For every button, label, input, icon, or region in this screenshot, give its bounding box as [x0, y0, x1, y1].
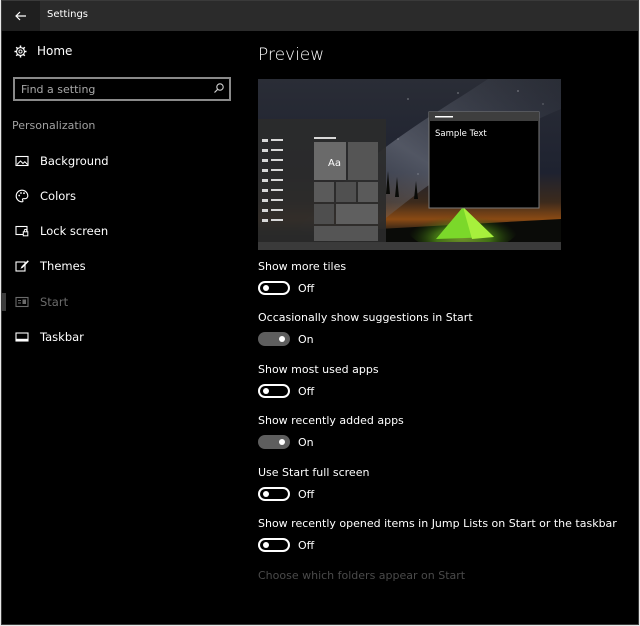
picture-icon	[15, 154, 29, 168]
start-icon	[15, 295, 29, 309]
section-heading: Personalization	[12, 119, 96, 132]
sidebar-item-background[interactable]: Background	[2, 148, 242, 174]
sidebar-item-label: Start	[40, 295, 69, 309]
sidebar-item-start[interactable]: Start	[2, 289, 242, 315]
sidebar-item-lock-screen[interactable]: Lock screen	[2, 218, 242, 244]
title-bar: Settings	[2, 1, 638, 31]
toggle-knob	[263, 388, 269, 394]
setting-label-most-used: Show most used apps	[258, 363, 379, 376]
sample-text: Sample Text	[435, 129, 487, 139]
sidebar-item-label: Colors	[40, 189, 77, 203]
taskbar-icon	[15, 330, 29, 344]
sidebar-item-label: Taskbar	[40, 330, 84, 344]
toggle-state-label: On	[298, 436, 314, 449]
search-box[interactable]	[13, 77, 231, 101]
toggle-knob	[279, 336, 285, 342]
lock-screen-icon	[15, 224, 29, 238]
tile-label: Aa	[328, 158, 341, 169]
toggle-knob	[263, 542, 269, 548]
sidebar-item-colors[interactable]: Colors	[2, 183, 242, 209]
toggle-jump-lists[interactable]	[258, 538, 290, 552]
sidebar-item-taskbar[interactable]: Taskbar	[2, 324, 242, 350]
toggle-more-tiles[interactable]	[258, 281, 290, 295]
sidebar-item-label: Themes	[40, 259, 86, 273]
sidebar-item-themes[interactable]: Themes	[2, 253, 242, 279]
brush-icon	[15, 259, 29, 273]
toggle-suggestions[interactable]	[258, 332, 290, 346]
toggle-full-screen[interactable]	[258, 487, 290, 501]
setting-label-suggestions: Occasionally show suggestions in Start	[258, 311, 473, 324]
toggle-state-label: On	[298, 333, 314, 346]
toggle-recently-added[interactable]	[258, 435, 290, 449]
selection-indicator	[2, 293, 6, 311]
search-input[interactable]	[21, 82, 206, 96]
home-label: Home	[37, 44, 73, 58]
toggle-knob	[279, 439, 285, 445]
toggle-state-label: Off	[298, 385, 315, 398]
home-nav-item[interactable]: Home	[14, 44, 72, 58]
toggle-knob	[263, 285, 269, 291]
sidebar-item-label: Lock screen	[40, 224, 109, 238]
toggle-most-used[interactable]	[258, 384, 290, 398]
page-title: Preview	[258, 45, 325, 65]
search-icon[interactable]	[213, 82, 225, 94]
palette-icon	[15, 189, 29, 203]
window-title: Settings	[47, 9, 89, 20]
toggle-state-label: Off	[298, 488, 315, 501]
back-button[interactable]	[2, 1, 40, 31]
setting-label-jump-lists: Show recently opened items in Jump Lists…	[258, 517, 617, 530]
choose-folders-link[interactable]: Choose which folders appear on Start	[258, 569, 465, 582]
sidebar-item-label: Background	[40, 154, 109, 168]
toggle-state-label: Off	[298, 539, 315, 552]
setting-label-more-tiles: Show more tiles	[258, 260, 347, 273]
toggle-knob	[263, 491, 269, 497]
start-preview-image: Aa Sample Text	[258, 79, 561, 250]
setting-label-recently-added: Show recently added apps	[258, 414, 404, 427]
setting-label-full-screen: Use Start full screen	[258, 466, 370, 479]
back-arrow-icon	[15, 11, 26, 21]
gear-icon	[14, 44, 27, 58]
settings-window: Settings Home Personalization Background	[1, 0, 639, 625]
toggle-state-label: Off	[298, 282, 315, 295]
